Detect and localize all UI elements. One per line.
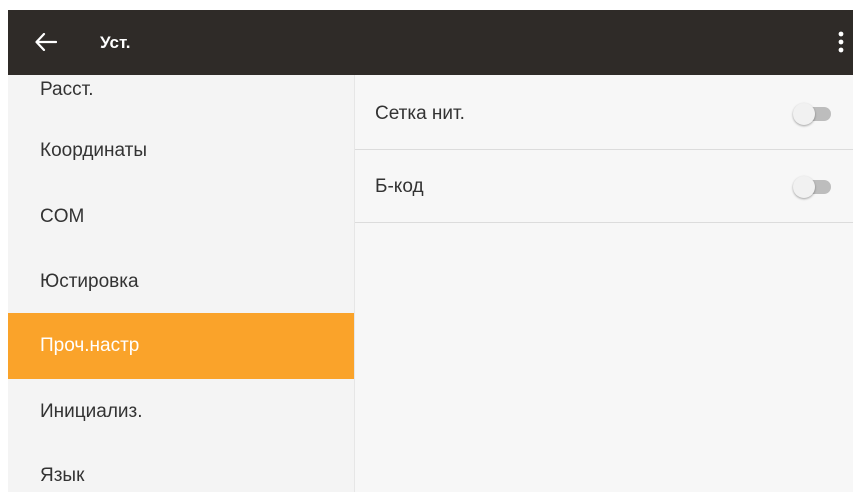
sidebar-item-label: Язык [40, 465, 85, 486]
more-vert-icon [838, 31, 844, 53]
page-title: Уст. [100, 33, 131, 52]
sidebar-item-initialization[interactable]: Инициализ. [8, 379, 354, 445]
sidebar-item-label: Координаты [40, 140, 148, 161]
b-code-toggle[interactable] [793, 176, 833, 198]
sidebar-item-calibration[interactable]: Юстировка [8, 249, 354, 315]
sidebar-item-label: Инициализ. [40, 401, 143, 422]
sidebar-item-label: Проч.настр [40, 335, 140, 356]
settings-sidebar: Расст. Координаты COM Юстировка Проч.нас… [8, 75, 354, 492]
toggle-thumb [793, 103, 815, 125]
sidebar-item-distance[interactable]: Расст. [8, 75, 354, 123]
crosshair-grid-toggle[interactable] [793, 103, 833, 125]
sidebar-item-label: Расст. [40, 79, 94, 100]
sidebar-item-coordinates[interactable]: Координаты [8, 118, 354, 184]
toggle-thumb [793, 176, 815, 198]
setting-label: Сетка нит. [375, 103, 465, 124]
sidebar-item-label: COM [40, 206, 85, 227]
setting-row-b-code[interactable]: Б-код [355, 150, 853, 223]
settings-content: Сетка нит. Б-код [355, 75, 853, 492]
setting-row-crosshair-grid[interactable]: Сетка нит. [355, 77, 853, 150]
sidebar-item-label: Юстировка [40, 271, 139, 292]
setting-label: Б-код [375, 176, 424, 197]
back-button[interactable] [28, 24, 64, 60]
sidebar-item-language[interactable]: Язык [8, 443, 354, 492]
sidebar-item-com[interactable]: COM [8, 184, 354, 250]
overflow-menu-button[interactable] [829, 26, 853, 58]
app-bar: Уст. [8, 10, 853, 75]
sidebar-item-other-settings[interactable]: Проч.настр [8, 313, 354, 379]
arrow-left-icon [35, 33, 57, 51]
app-screen: Уст. Расст. Координаты COM Юстировка Про… [8, 10, 853, 492]
